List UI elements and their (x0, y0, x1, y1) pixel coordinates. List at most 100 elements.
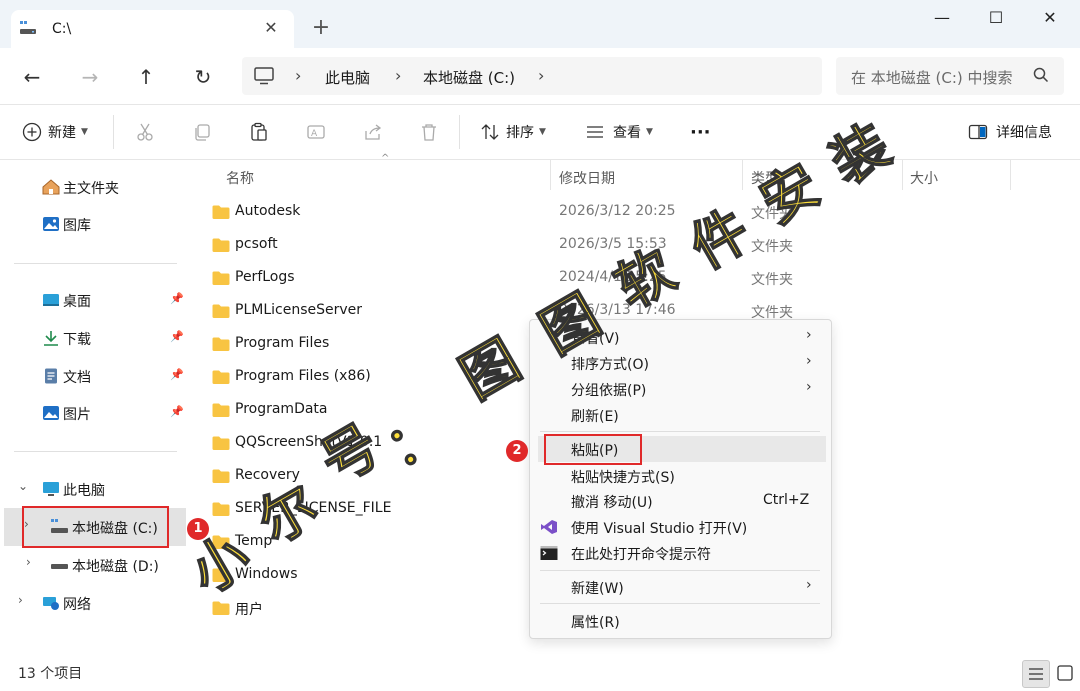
details-view-icon (1029, 668, 1043, 680)
file-type: 文件夹 (751, 206, 793, 222)
sidebar-label-network: 网络 (63, 597, 91, 613)
sidebar-item-desktop[interactable]: 桌面 📌 (0, 283, 186, 317)
sidebar-divider (14, 451, 177, 452)
sidebar-item-documents[interactable]: 文档 📌 (0, 359, 186, 393)
minimize-button[interactable]: — (922, 5, 962, 31)
file-name: ProgramData (235, 401, 328, 417)
sidebar-item-gallery[interactable]: 图库 (0, 207, 186, 241)
close-tab-icon[interactable]: ✕ (261, 18, 281, 38)
menu-item-new[interactable]: 新建(W) › (530, 574, 831, 600)
sidebar-item-network[interactable]: › 网络 (0, 586, 186, 620)
file-row[interactable]: PerfLogs 2024/4/1 15:25 文件夹 (205, 262, 1025, 295)
new-tab-button[interactable]: + (310, 17, 332, 39)
file-name: SERVER_LICENSE_FILE (235, 500, 392, 516)
details-pane-button[interactable]: 详细信息 (968, 105, 1052, 159)
menu-item-properties[interactable]: 属性(R) (530, 608, 831, 634)
trash-icon (422, 124, 436, 141)
menu-item-open-cmd[interactable]: 在此处打开命令提示符 (530, 540, 831, 566)
column-divider[interactable] (902, 160, 903, 190)
delete-button[interactable] (419, 105, 439, 159)
file-name: Recovery (235, 467, 300, 483)
column-header-type[interactable]: 类型 (751, 168, 779, 198)
paste-button[interactable] (249, 105, 269, 159)
menu-label: 使用 Visual Studio 打开(V) (571, 521, 748, 537)
chevron-down-icon: ▼ (646, 127, 653, 137)
details-view-button[interactable] (1022, 660, 1050, 688)
menu-item-group-by[interactable]: 分组依据(P) › (530, 376, 831, 402)
menu-item-refresh[interactable]: 刷新(E) (530, 402, 831, 428)
chevron-down-icon: ▼ (539, 127, 546, 137)
menu-item-view[interactable]: 查看(V) › (530, 324, 831, 350)
tab-c-drive[interactable]: C:\ ✕ (11, 10, 294, 48)
share-button[interactable] (363, 105, 383, 159)
view-button[interactable]: 查看 ▼ (585, 105, 653, 159)
folder-icon (212, 271, 230, 285)
file-row[interactable]: Autodesk 2026/3/12 20:25 文件夹 (205, 196, 1025, 229)
home-icon (42, 179, 60, 195)
file-name: Windows (235, 566, 298, 582)
sidebar-label-pictures: 图片 (63, 407, 91, 423)
sidebar-label-desktop: 桌面 (63, 294, 91, 310)
toolbar-divider (113, 115, 114, 149)
menu-item-sort-by[interactable]: 排序方式(O) › (530, 350, 831, 376)
clipboard-icon (251, 122, 267, 141)
menu-item-open-visual-studio[interactable]: 使用 Visual Studio 打开(V) (530, 514, 831, 540)
network-icon (43, 597, 59, 610)
file-row[interactable]: pcsoft 2026/3/5 15:53 文件夹 (205, 229, 1025, 262)
sidebar-item-this-pc[interactable]: ⌄ 此电脑 (0, 472, 186, 506)
new-button[interactable]: 新建 ▼ (22, 105, 88, 159)
download-icon (44, 331, 58, 346)
sidebar-item-home[interactable]: 主文件夹 (0, 170, 186, 204)
add-icon (22, 122, 42, 142)
chevron-right-icon: › (806, 577, 812, 593)
folder-icon (212, 502, 230, 516)
maximize-button[interactable]: ☐ (976, 5, 1016, 31)
address-field[interactable]: › 此电脑 › 本地磁盘 (C:) › (242, 57, 822, 95)
cut-button[interactable] (135, 105, 155, 159)
up-button[interactable]: ↑ (134, 65, 158, 89)
breadcrumb-drive-c[interactable]: 本地磁盘 (C:) (423, 67, 515, 88)
pin-icon: 📌 (170, 292, 184, 305)
chevron-right-icon: › (395, 66, 402, 85)
sidebar-label-gallery: 图库 (63, 218, 91, 234)
menu-item-paste-shortcut[interactable]: 粘贴快捷方式(S) (530, 463, 831, 489)
sort-button[interactable]: 排序 ▼ (480, 105, 546, 159)
search-input[interactable]: 在 本地磁盘 (C:) 中搜索 (836, 57, 1064, 95)
sidebar-item-downloads[interactable]: 下载 📌 (0, 321, 186, 355)
column-header-name[interactable]: 名称 (226, 168, 254, 198)
chevron-right-icon: › (806, 353, 812, 369)
file-name: Program Files (235, 335, 330, 351)
menu-separator (540, 570, 820, 571)
search-placeholder: 在 本地磁盘 (C:) 中搜索 (851, 69, 1013, 87)
item-count: 13 个项目 (18, 666, 83, 682)
copy-button[interactable] (192, 105, 212, 159)
view-list-icon (587, 126, 603, 138)
pin-icon: 📌 (170, 330, 184, 343)
more-options-button[interactable]: ··· (690, 105, 711, 159)
menu-separator (540, 603, 820, 604)
step-badge-1: 1 (187, 518, 209, 540)
menu-item-undo-move[interactable]: 撤消 移动(U) Ctrl+Z (530, 488, 831, 514)
column-divider[interactable] (1010, 160, 1011, 190)
forward-button[interactable]: → (78, 65, 102, 89)
file-name: 用户 (235, 602, 263, 618)
sort-icon (481, 124, 499, 140)
sidebar-label-home: 主文件夹 (63, 181, 119, 197)
sidebar-item-pictures[interactable]: 图片 📌 (0, 396, 186, 430)
column-header-size[interactable]: 大小 (910, 168, 938, 198)
column-header-date[interactable]: 修改日期 (559, 168, 615, 198)
column-divider[interactable] (742, 160, 743, 190)
close-window-button[interactable]: ✕ (1030, 5, 1070, 31)
folder-icon (212, 337, 230, 351)
file-type: 文件夹 (751, 239, 793, 255)
refresh-button[interactable]: ↻ (191, 65, 215, 89)
copy-icon (195, 124, 210, 141)
sidebar-item-drive-d[interactable]: › 本地磁盘 (D:) (0, 548, 186, 582)
breadcrumb-this-pc[interactable]: 此电脑 (325, 67, 370, 88)
rename-button[interactable]: A (306, 105, 326, 159)
step-badge-2: 2 (506, 440, 528, 462)
back-button[interactable]: ← (20, 65, 44, 89)
tiles-view-button[interactable] (1052, 660, 1078, 686)
column-divider[interactable] (550, 160, 551, 190)
monitor-icon (254, 67, 274, 85)
